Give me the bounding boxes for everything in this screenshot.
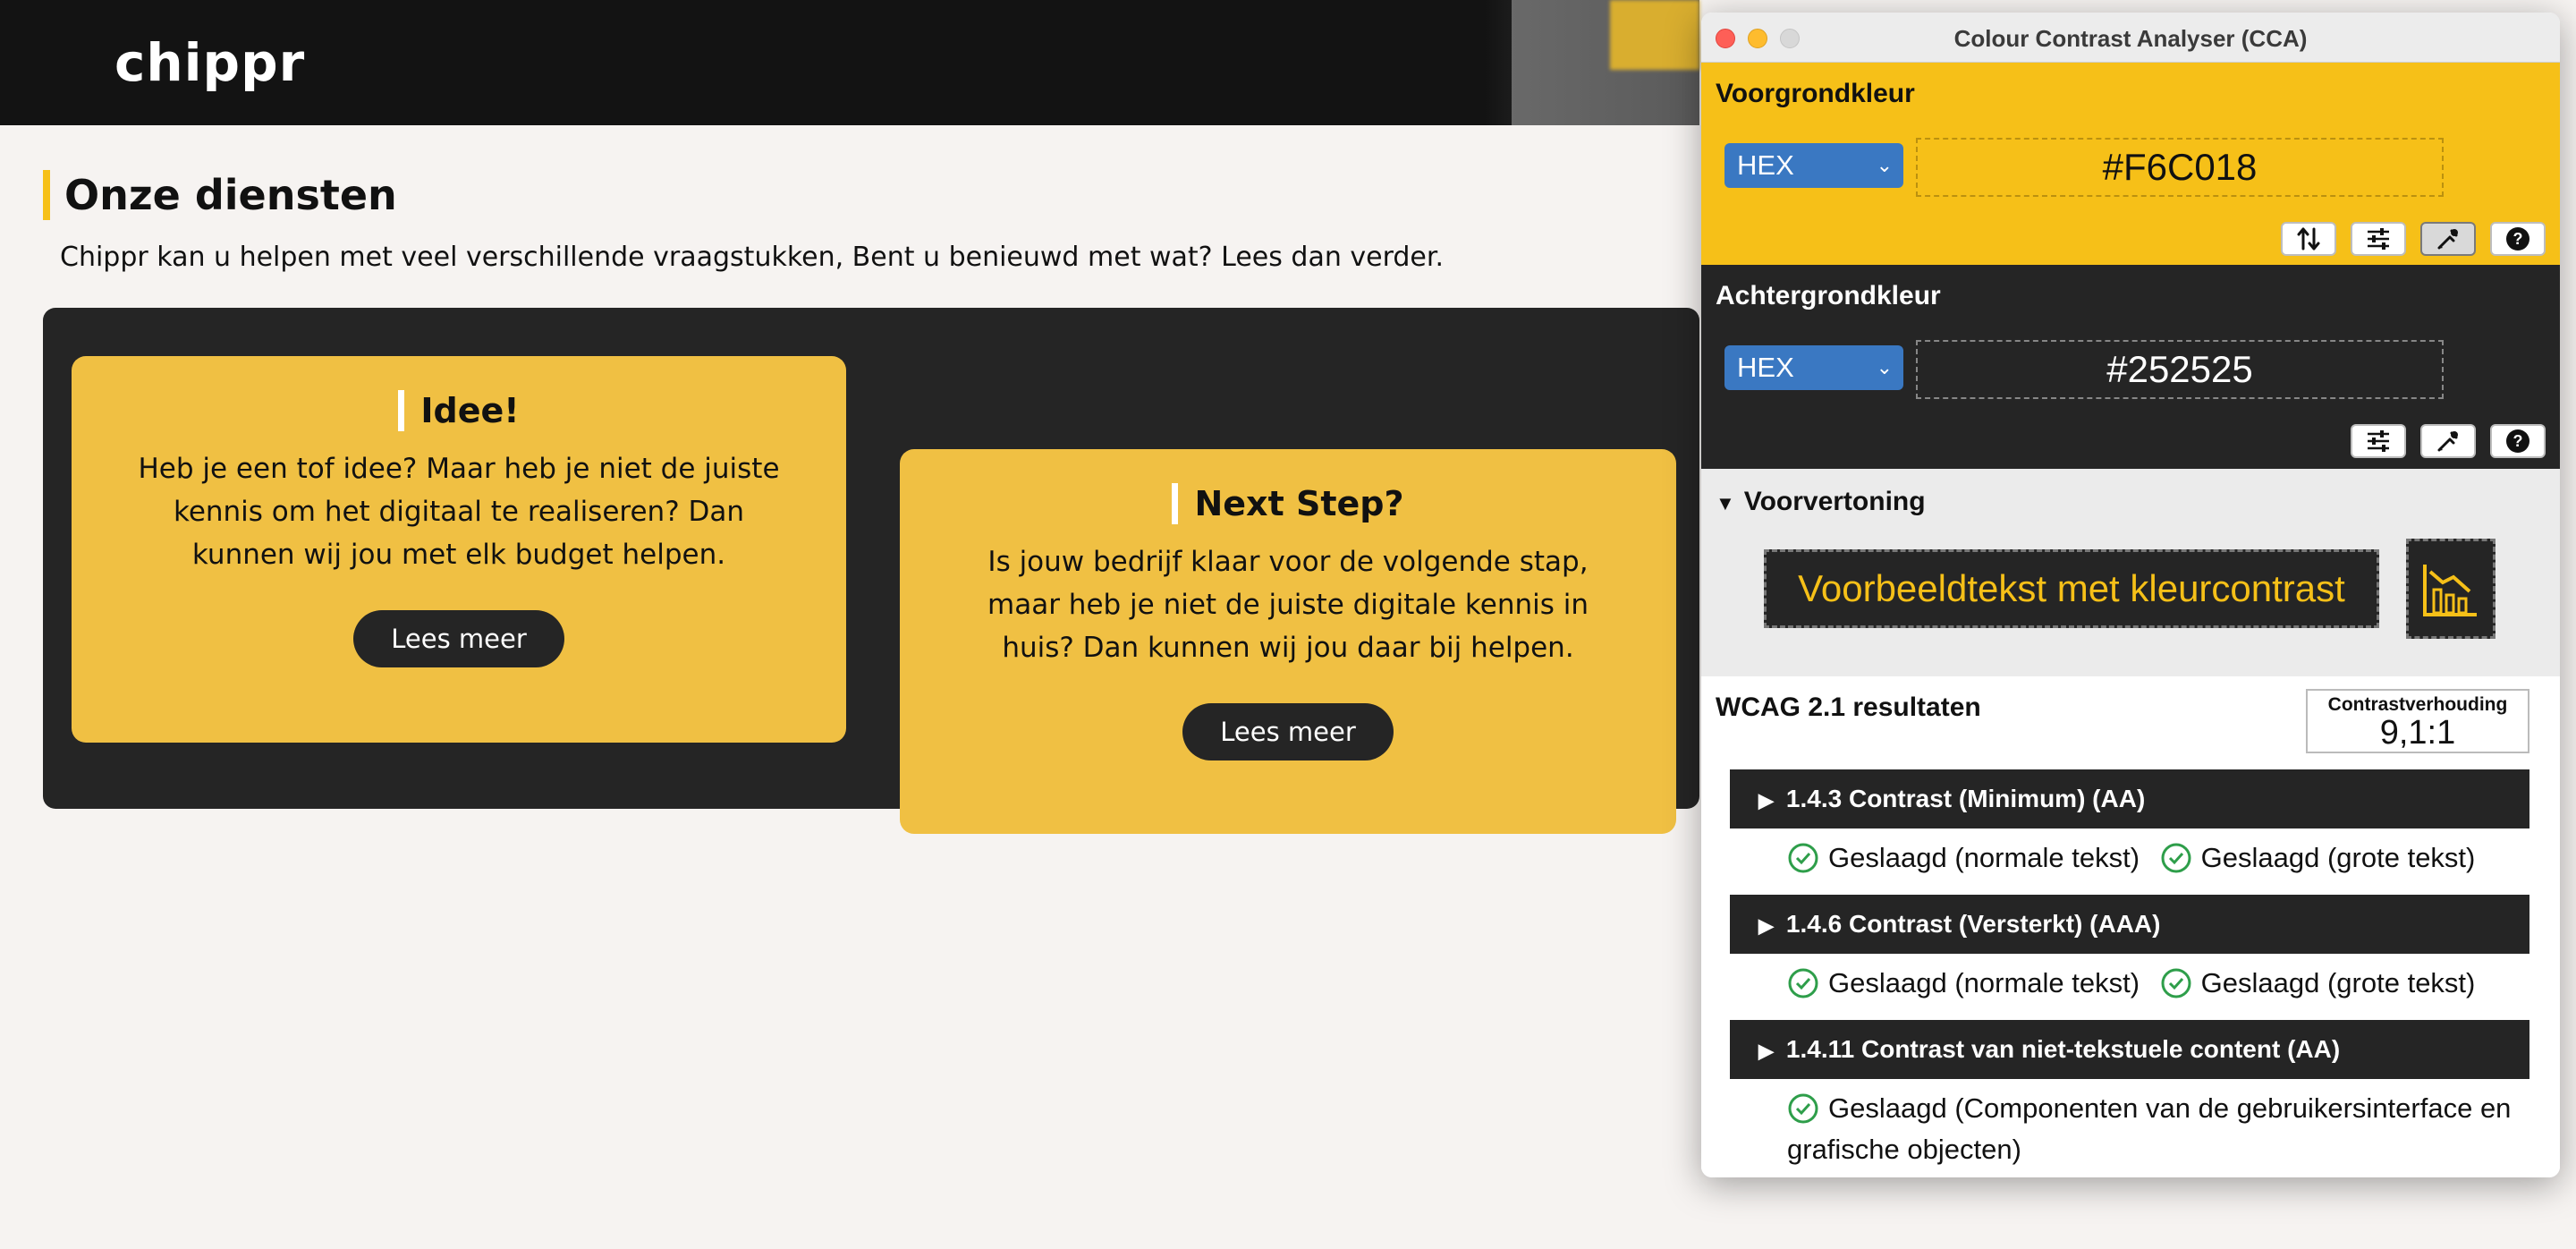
triangle-down-icon: ▼: [1716, 492, 1735, 514]
preview-section: ▼ Voorvertoning Voorbeeldtekst met kleurc…: [1701, 469, 2560, 676]
pass-result: Geslaagd (grote tekst): [2160, 966, 2476, 1000]
contrast-ratio-label: Contrastverhouding: [2327, 694, 2508, 715]
format-value: HEX: [1737, 352, 1794, 383]
chevron-down-icon: ⌄: [1876, 154, 1893, 176]
swap-icon: [2297, 227, 2320, 251]
help-icon: ?: [2506, 227, 2529, 251]
result-text: Geslaagd (normale tekst): [1828, 967, 2140, 998]
background-label: Achtergrondkleur: [1716, 281, 1941, 310]
preview-label: Voorvertoning: [1743, 487, 1926, 516]
chippr-logo[interactable]: chippr: [114, 32, 305, 93]
criterion-1-4-3-results: Geslaagd (normale tekst) Geslaagd (grote…: [1787, 841, 2487, 882]
preview-sample-text: Voorbeeldtekst met kleurcontrast: [1764, 549, 2379, 628]
card-text: Is jouw bedrijf klaar voor de volgende s…: [987, 546, 1589, 664]
check-circle-icon: [2161, 968, 2191, 998]
pass-result: Geslaagd (normale tekst): [1787, 966, 2140, 1000]
criterion-1-4-6-results: Geslaagd (normale tekst) Geslaagd (grote…: [1787, 966, 2487, 1007]
chevron-down-icon: ⌄: [1876, 356, 1893, 378]
help-icon: ?: [2506, 429, 2529, 453]
cca-window: Colour Contrast Analyser (CCA) Voorgrond…: [1701, 13, 2560, 1177]
eyedropper-icon: [2437, 229, 2458, 250]
triangle-right-icon: ▶: [1758, 914, 1774, 937]
check-circle-icon: [1788, 1093, 1818, 1124]
window-titlebar[interactable]: Colour Contrast Analyser (CCA): [1701, 13, 2560, 63]
chart-icon: [2423, 565, 2477, 616]
background-format-select[interactable]: HEX ⌄: [1724, 345, 1903, 390]
foreground-help-button[interactable]: ?: [2490, 222, 2546, 256]
foreground-section: Voorgrondkleur HEX ⌄ #F6C018 ?: [1701, 63, 2560, 265]
foreground-hex-input[interactable]: #F6C018: [1916, 138, 2444, 197]
lees-meer-button[interactable]: Lees meer: [353, 610, 564, 667]
sliders-icon: [2368, 430, 2389, 452]
result-text: Geslaagd (Componenten van de gebruikersi…: [1828, 1092, 2512, 1124]
header-cta-blurred: [1610, 0, 1699, 70]
eyedropper-icon: [2437, 431, 2458, 452]
contrast-ratio-box: Contrastverhouding 9,1:1: [2306, 689, 2529, 753]
foreground-adjust-button[interactable]: [2351, 222, 2406, 256]
wcag-results: WCAG 2.1 resultaten Contrastverhouding 9…: [1701, 676, 2560, 1177]
criterion-title: 1.4.6 Contrast (Versterkt) (AAA): [1785, 910, 2161, 938]
section-title: Onze diensten: [43, 170, 397, 220]
criterion-1-4-6-toggle[interactable]: ▶ 1.4.6 Contrast (Versterkt) (AAA): [1730, 895, 2529, 954]
pass-result: Geslaagd (grote tekst): [2160, 841, 2476, 875]
pass-result: Geslaagd (normale tekst): [1787, 841, 2140, 875]
card-title: Idee!: [398, 390, 520, 431]
service-card-next-step: Next Step? Is jouw bedrijf klaar voor de…: [900, 449, 1676, 834]
check-circle-icon: [1788, 843, 1818, 873]
foreground-format-select[interactable]: HEX ⌄: [1724, 143, 1903, 188]
preview-sample-graphic: [2406, 539, 2496, 639]
svg-text:?: ?: [2513, 432, 2523, 450]
results-label: WCAG 2.1 resultaten: [1716, 692, 1981, 722]
criterion-1-4-11-toggle[interactable]: ▶ 1.4.11 Contrast van niet-tekstuele cont…: [1730, 1020, 2529, 1079]
background-help-button[interactable]: ?: [2490, 424, 2546, 458]
foreground-eyedropper-button[interactable]: [2420, 222, 2476, 256]
contrast-ratio-value: 9,1:1: [2379, 714, 2456, 752]
card-title: Next Step?: [1172, 483, 1404, 524]
result-text: Geslaagd (grote tekst): [2200, 967, 2476, 998]
result-text-continued: grafische objecten): [1787, 1134, 2021, 1165]
window-title: Colour Contrast Analyser (CCA): [1953, 25, 2308, 52]
criterion-1-4-3-toggle[interactable]: ▶ 1.4.3 Contrast (Minimum) (AA): [1730, 769, 2529, 828]
card-text: Heb je een tof idee? Maar heb je niet de…: [138, 453, 780, 571]
criterion-title: 1.4.3 Contrast (Minimum) (AA): [1785, 785, 2146, 812]
triangle-right-icon: ▶: [1758, 789, 1774, 811]
criterion-title: 1.4.11 Contrast van niet-tekstuele conte…: [1785, 1035, 2341, 1063]
check-circle-icon: [2161, 843, 2191, 873]
background-eyedropper-button[interactable]: [2420, 424, 2476, 458]
lees-meer-button[interactable]: Lees meer: [1182, 703, 1394, 760]
svg-text:?: ?: [2513, 230, 2523, 248]
result-text: Geslaagd (grote tekst): [2200, 842, 2476, 873]
criterion-1-4-11-results: Geslaagd (Componenten van de gebruikersi…: [1787, 1092, 2547, 1167]
service-card-idee: Idee! Heb je een tof idee? Maar heb je n…: [72, 356, 846, 743]
background-section: Achtergrondkleur HEX ⌄ #252525 ?: [1701, 265, 2560, 469]
section-subtitle: Chippr kan u helpen met veel verschillen…: [60, 242, 1445, 273]
foreground-label: Voorgrondkleur: [1716, 79, 1915, 108]
result-text: Geslaagd (normale tekst): [1828, 842, 2140, 873]
background-hex-input[interactable]: #252525: [1916, 340, 2444, 399]
sliders-icon: [2368, 228, 2389, 250]
check-circle-icon: [1788, 968, 1818, 998]
background-adjust-button[interactable]: [2351, 424, 2406, 458]
format-value: HEX: [1737, 149, 1794, 181]
pass-result: Geslaagd (Componenten van de gebruikersi…: [1787, 1092, 2511, 1126]
triangle-right-icon: ▶: [1758, 1040, 1774, 1062]
preview-toggle[interactable]: ▼ Voorvertoning: [1716, 487, 1926, 517]
swap-colors-button[interactable]: [2281, 222, 2336, 256]
